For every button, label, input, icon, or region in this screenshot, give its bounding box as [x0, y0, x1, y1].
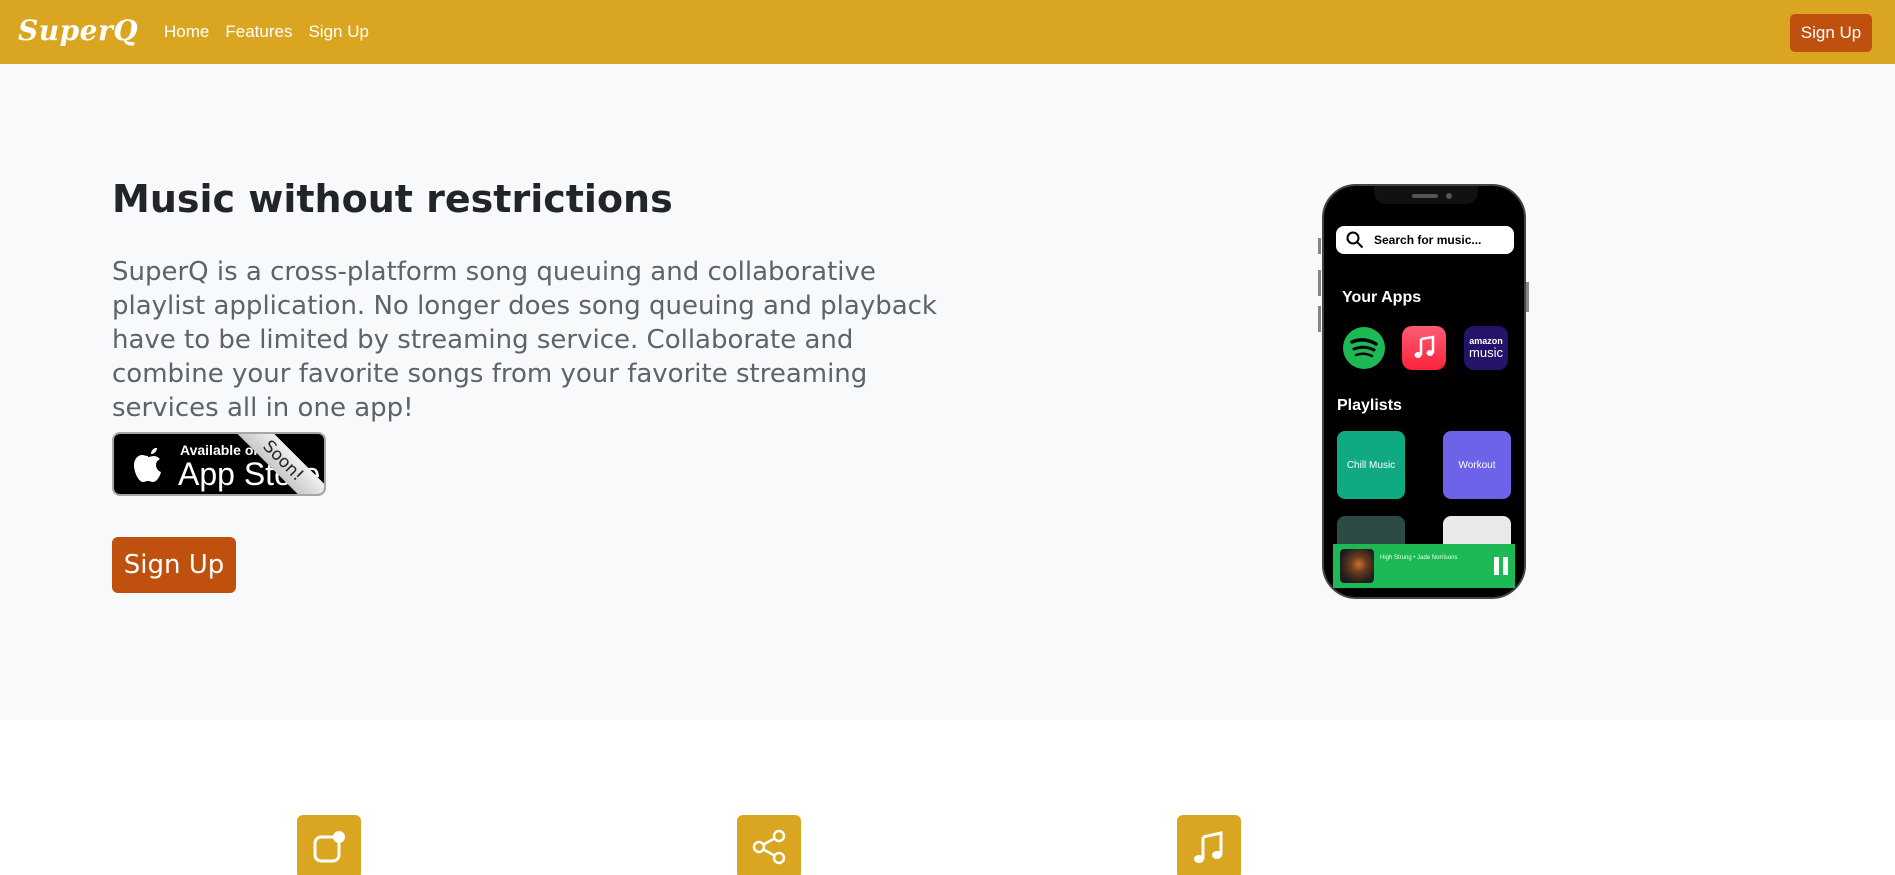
- phone-speaker: [1412, 194, 1438, 198]
- your-apps-heading: Your Apps: [1342, 289, 1422, 306]
- navbar-signup-button[interactable]: Sign Up: [1790, 14, 1872, 52]
- phone-side-button: [1318, 306, 1321, 332]
- now-playing-text: High Strung • Jade Norrisons: [1380, 555, 1458, 561]
- now-playing-bar: High Strung • Jade Norrisons: [1333, 544, 1515, 588]
- app-badge-icon: [297, 815, 361, 875]
- share-icon: [737, 815, 801, 875]
- playlist-tile-chill: Chill Music: [1337, 431, 1405, 499]
- brand-logo[interactable]: SuperQ: [18, 14, 138, 47]
- phone-search-placeholder: Search for music...: [1374, 233, 1482, 247]
- apple-music-icon: [1402, 326, 1446, 370]
- playlists-heading: Playlists: [1337, 397, 1402, 414]
- app-store-badge[interactable]: Available on App Store Soon!: [112, 432, 326, 496]
- phone-notch: [1374, 186, 1478, 204]
- phone-search-bar: Search for music...: [1336, 226, 1514, 254]
- pause-icon: [1494, 557, 1508, 575]
- nav-link-signup[interactable]: Sign Up: [308, 22, 368, 42]
- navbar: SuperQ Home Features Sign Up Sign Up: [0, 0, 1895, 64]
- spotify-icon: [1342, 326, 1386, 370]
- nav-links: Home Features Sign Up: [164, 22, 369, 42]
- amazon-label-bottom: music: [1469, 344, 1503, 360]
- nav-link-home[interactable]: Home: [164, 22, 209, 42]
- phone-side-button: [1526, 282, 1529, 312]
- phone-mockup: Search for music... Your Apps amazon mus…: [1322, 184, 1526, 599]
- nav-link-features[interactable]: Features: [225, 22, 292, 42]
- hero-title: Music without restrictions: [112, 177, 673, 221]
- amazon-music-icon: amazon music: [1464, 326, 1508, 370]
- apple-logo-icon: [134, 448, 161, 482]
- music-note-icon: [1177, 815, 1241, 875]
- phone-camera: [1446, 193, 1452, 199]
- hero-description: SuperQ is a cross-platform song queuing …: [112, 257, 937, 423]
- hero-signup-button[interactable]: Sign Up: [112, 537, 236, 593]
- hero-section: Music without restrictions SuperQ is a c…: [0, 64, 1895, 720]
- playlist-tile-workout: Workout: [1443, 431, 1511, 499]
- search-icon: [1346, 231, 1364, 249]
- album-art: [1340, 549, 1374, 583]
- phone-side-button: [1318, 270, 1321, 296]
- phone-side-button: [1318, 238, 1321, 254]
